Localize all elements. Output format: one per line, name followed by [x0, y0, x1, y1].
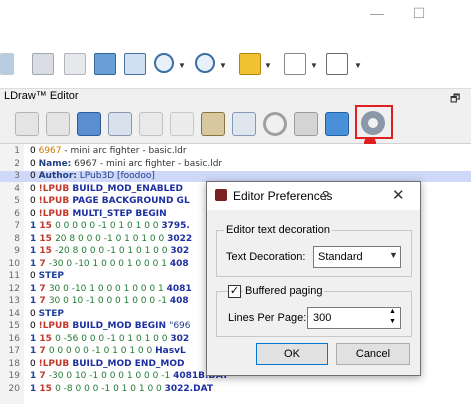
buffered-paging-checkbox[interactable]: ✓ — [228, 285, 241, 298]
refresh-icon[interactable] — [325, 112, 349, 136]
zoom-out-dropdown-icon[interactable]: ▼ — [219, 61, 227, 70]
line-text: 0 !LPUB BUILD_MOD BEGIN "696 — [30, 321, 191, 331]
undo-icon[interactable] — [15, 112, 39, 136]
line-number: 6 — [14, 208, 20, 219]
paste-icon[interactable] — [201, 112, 225, 136]
code-line[interactable]: 20 1 15 0 -8 0 0 0 -1 0 1 0 1 0 0 3022.DA… — [0, 384, 471, 395]
line-number: 11 — [8, 271, 20, 281]
line-text: 1 7 -30 0 -10 1 0 0 0 1 0 0 0 1 408 — [30, 258, 189, 269]
cancel-button[interactable]: Cancel — [336, 343, 410, 365]
line-number: 1 — [14, 146, 20, 156]
comment-icon[interactable] — [77, 112, 101, 136]
stop-icon[interactable] — [263, 112, 287, 136]
find-icon[interactable] — [232, 112, 256, 136]
fit-width-dropdown-icon[interactable]: ▼ — [264, 61, 272, 70]
line-text: 1 7 -30 0 10 -1 0 0 0 1 0 0 0 -1 4081B.D… — [30, 371, 229, 381]
help-button[interactable]: ? — [322, 188, 329, 203]
window-titlebar — [0, 0, 471, 30]
buffered-paging-label: Buffered paging — [243, 285, 325, 297]
redo-icon[interactable] — [46, 112, 70, 136]
dock-title: LDraw™ Editor — [4, 90, 79, 102]
lines-per-page-value: 300 — [313, 312, 332, 324]
minimize-button[interactable]: — — [370, 6, 384, 20]
chevron-down-icon[interactable]: ▼ — [389, 250, 398, 260]
zoom-out-icon[interactable] — [195, 53, 215, 73]
line-text: 0 !LPUB BUILD_MOD_ENABLED — [30, 183, 183, 194]
close-button[interactable]: ✕ — [392, 186, 405, 204]
page-setup-icon[interactable] — [284, 53, 306, 75]
code-line[interactable]: 2 0 Name: 6967 - mini arc fighter - basic… — [0, 159, 471, 170]
dialog-title: Editor Preferences — [233, 189, 333, 203]
preview-icon[interactable] — [294, 112, 318, 136]
line-text: 1 7 0 0 0 0 0 -1 0 1 0 1 0 0 HasvL — [30, 346, 186, 356]
zoom-in-icon[interactable] — [154, 53, 174, 73]
text-decoration-label: Text Decoration: — [226, 251, 306, 263]
line-number: 18 — [8, 358, 20, 369]
line-text: 1 15 0 -56 0 0 0 -1 0 1 0 1 0 0 302 — [30, 333, 190, 344]
windows-icon[interactable] — [94, 53, 116, 75]
line-text: 0 !LPUB PAGE BACKGROUND GL — [30, 196, 190, 206]
line-number: 19 — [8, 371, 20, 381]
line-text: 1 7 30 0 10 -1 0 0 0 1 0 0 0 -1 408 — [30, 296, 189, 306]
line-text: 1 15 20 8 0 0 0 -1 0 1 0 1 0 0 3022 — [30, 233, 193, 244]
page-setup-dropdown-icon[interactable]: ▼ — [310, 61, 318, 70]
line-number: 13 — [8, 296, 20, 306]
line-text: 1 15 -20 8 0 0 0 -1 0 1 0 1 0 0 302 — [30, 246, 190, 256]
maximize-button[interactable]: ☐ — [412, 6, 426, 20]
text-decoration-group-title: Editor text decoration — [224, 224, 332, 236]
line-text: 0 Name: 6967 - mini arc fighter - basic.… — [30, 158, 223, 169]
zoom-in-dropdown-icon[interactable]: ▼ — [178, 61, 186, 70]
gear-center — [368, 118, 378, 128]
fit-page-icon[interactable] — [32, 53, 54, 75]
line-text: 0 Author: LPub3D [foodoo] — [30, 171, 155, 181]
line-text: 1 15 0 0 0 0 0 -1 0 1 0 1 0 0 3795. — [30, 221, 190, 231]
line-number: 16 — [8, 333, 20, 344]
line-text: 0 STEP — [30, 308, 64, 319]
line-text: 1 15 0 -8 0 0 0 -1 0 1 0 1 0 0 3022.DAT — [30, 383, 213, 394]
copy-icon[interactable] — [124, 53, 146, 75]
page-icon[interactable] — [64, 53, 86, 75]
ok-button[interactable]: OK — [256, 343, 328, 365]
spin-up-icon[interactable]: ▲ — [389, 308, 396, 315]
line-number: 2 — [14, 158, 20, 169]
grid-icon[interactable] — [326, 53, 348, 75]
text-decoration-value: Standard — [318, 251, 363, 263]
spin-down-icon[interactable]: ▼ — [389, 318, 396, 325]
fit-width-icon[interactable] — [239, 53, 261, 75]
lines-per-page-label: Lines Per Page: — [228, 312, 307, 324]
app-icon — [215, 189, 227, 201]
line-text: 0 !LPUB MULTI_STEP BEGIN — [30, 208, 167, 219]
line-number: 3 — [14, 171, 20, 181]
line-text: 1 7 30 0 -10 1 0 0 0 1 0 0 0 1 4081 — [30, 283, 192, 294]
line-text: 0 STEP — [30, 271, 64, 281]
line-number: 15 — [8, 321, 20, 331]
line-number: 7 — [14, 221, 20, 231]
line-number: 12 — [8, 283, 20, 294]
format-icon[interactable] — [108, 112, 132, 136]
cut-icon[interactable] — [139, 112, 163, 136]
line-number: 4 — [14, 183, 20, 194]
line-number: 8 — [14, 233, 20, 244]
line-number: 5 — [14, 196, 20, 206]
line-number: 14 — [8, 308, 20, 319]
line-text: 0 6967 - mini arc fighter - basic.ldr — [30, 146, 187, 156]
grid-dropdown-icon[interactable]: ▼ — [354, 61, 362, 70]
line-number: 17 — [8, 346, 20, 356]
line-number: 10 — [8, 258, 20, 269]
code-line[interactable]: 1 0 6967 - mini arc fighter - basic.ldr — [0, 146, 471, 157]
line-number: 9 — [14, 246, 20, 256]
copy-text-icon[interactable] — [170, 112, 194, 136]
previous-page-icon[interactable] — [0, 53, 14, 75]
line-number: 20 — [8, 383, 20, 394]
line-text: 0 !LPUB BUILD_MOD END_MOD — [30, 358, 185, 369]
